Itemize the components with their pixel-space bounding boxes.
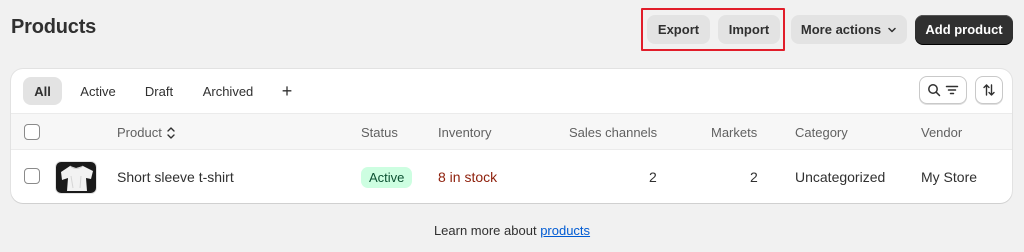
sales-channels-value: 2 <box>649 168 657 185</box>
column-product[interactable]: Product <box>117 114 176 151</box>
chevron-down-icon <box>888 27 896 32</box>
more-actions-label: More actions <box>800 22 882 37</box>
status-badge: Active <box>361 167 413 188</box>
search-icon <box>928 84 941 97</box>
table-header: Product Status Inventory Sales channels … <box>11 113 1012 150</box>
table-row[interactable]: Short sleeve t-shirt Active 8 in stock 2… <box>11 150 1012 203</box>
tabs-row: All Active Draft Archived + <box>11 69 1012 113</box>
markets-value: 2 <box>750 168 758 185</box>
sort-icon <box>983 84 995 96</box>
import-button[interactable]: Import <box>718 15 780 44</box>
footer-text: Learn more about <box>433 223 537 238</box>
more-actions-button[interactable]: More actions <box>791 15 907 44</box>
category-value: Uncategorized <box>795 168 886 185</box>
tab-archived[interactable]: Archived <box>194 77 262 105</box>
tab-draft[interactable]: Draft <box>136 77 182 105</box>
product-name[interactable]: Short sleeve t-shirt <box>117 150 234 203</box>
product-thumbnail <box>55 161 97 194</box>
add-view-button[interactable]: + <box>274 77 300 105</box>
export-button[interactable]: Export <box>647 15 710 44</box>
filter-icon <box>945 85 959 95</box>
column-inventory: Inventory <box>438 125 492 140</box>
select-all-checkbox[interactable] <box>24 124 40 140</box>
products-help-link[interactable]: products <box>540 223 590 238</box>
column-status: Status <box>361 125 398 140</box>
column-vendor: Vendor <box>921 125 963 140</box>
vendor-value: My Store <box>921 168 978 185</box>
column-product-label: Product <box>117 125 162 140</box>
page-title: Products <box>11 16 97 38</box>
column-category: Category <box>795 125 848 140</box>
row-checkbox[interactable] <box>24 168 40 184</box>
products-card: All Active Draft Archived + Product Stat… <box>11 69 1012 203</box>
tab-all[interactable]: All <box>23 77 62 105</box>
footer-help: Learn more about products <box>0 223 1024 238</box>
inventory-value: 8 in stock <box>438 168 498 185</box>
add-product-button[interactable]: Add product <box>915 15 1013 44</box>
column-markets: Markets <box>711 125 758 140</box>
tab-active[interactable]: Active <box>71 77 125 105</box>
search-filter-button[interactable] <box>919 76 967 104</box>
sort-arrows-icon <box>167 126 175 139</box>
sort-button[interactable] <box>975 76 1003 104</box>
column-sales-channels: Sales channels <box>569 125 658 140</box>
